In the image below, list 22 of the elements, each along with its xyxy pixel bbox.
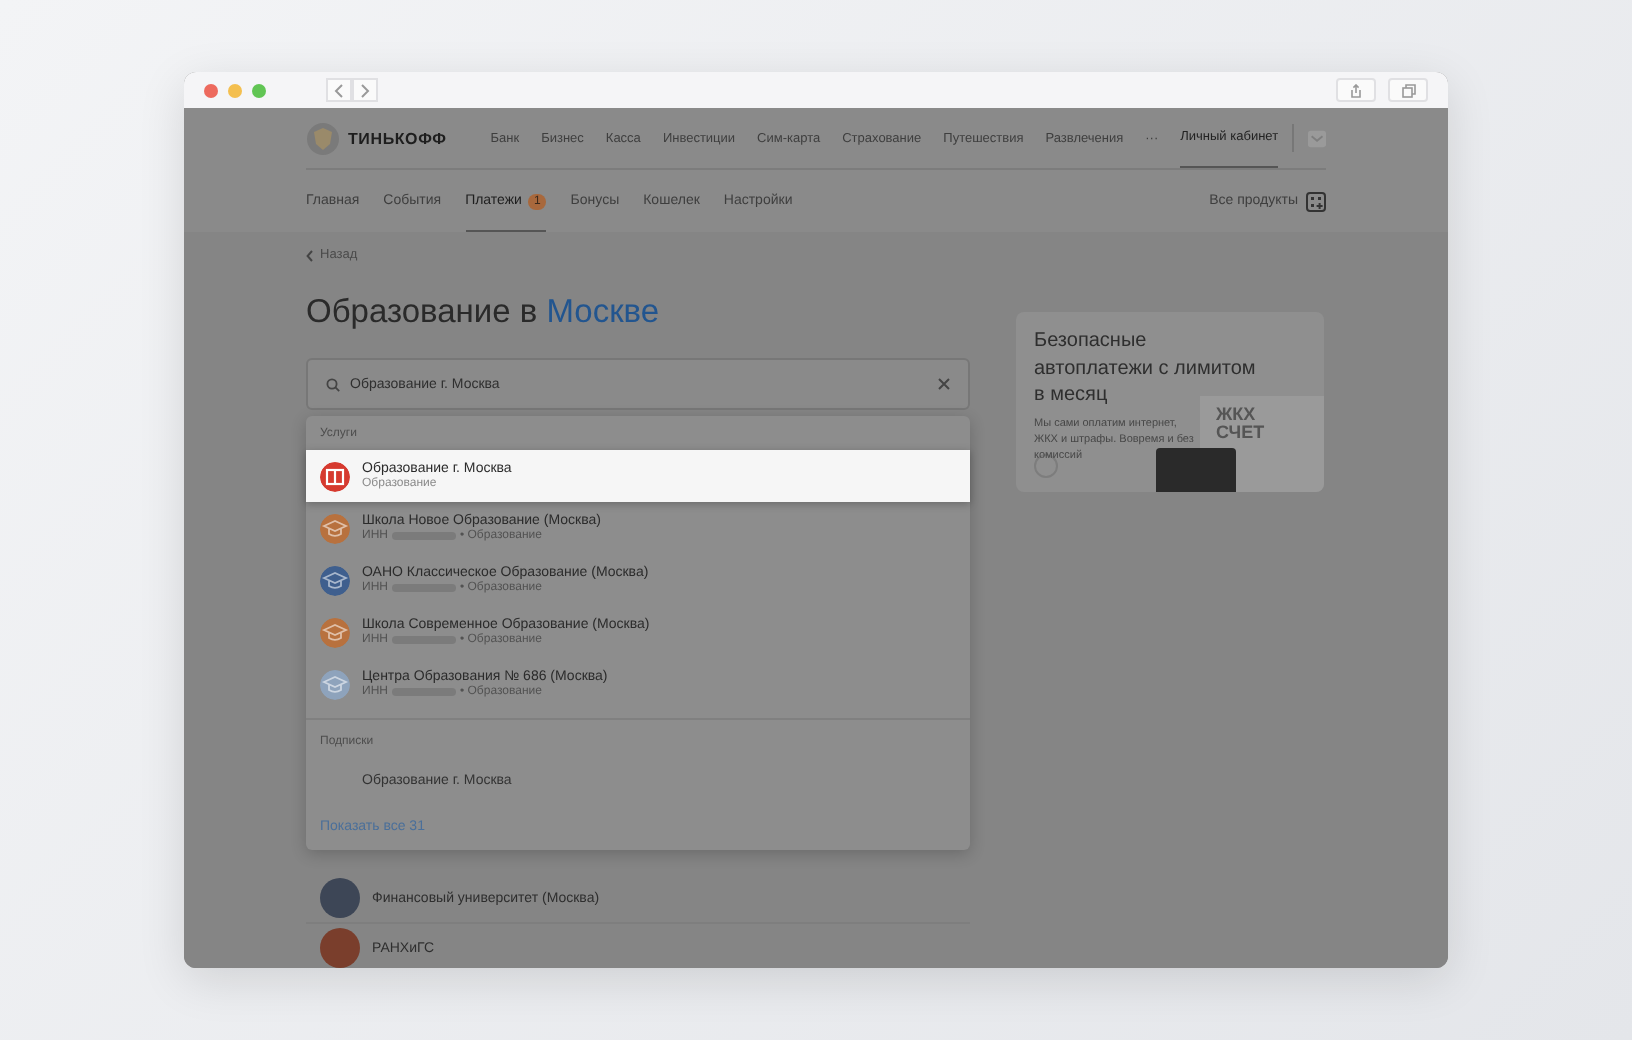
logo-text[interactable]: ТИНЬКОФФ (348, 129, 447, 147)
share-button[interactable] (1336, 78, 1376, 102)
grid-icon[interactable] (1306, 191, 1326, 211)
promo-title: Безопасные автоплатежи с лимитом в месяц (1034, 328, 1258, 407)
minimize-icon[interactable] (228, 83, 242, 97)
maximize-icon[interactable] (252, 83, 266, 97)
forward-arrow-button[interactable] (352, 78, 378, 102)
tabs-button[interactable] (1388, 78, 1428, 102)
tabs-icon (1401, 83, 1415, 97)
close-icon[interactable] (204, 83, 218, 97)
back-arrow-button[interactable] (326, 78, 352, 102)
bank-card-drawing (1156, 448, 1236, 492)
chevron-left-icon (306, 249, 314, 261)
coat-of-arms-icon (306, 121, 340, 155)
chevron-right-icon (360, 83, 370, 97)
share-icon (1350, 83, 1362, 97)
chevron-left-icon (334, 83, 344, 97)
bill-text: СЧЕТ (1216, 424, 1267, 442)
clear-icon[interactable] (938, 378, 950, 390)
search-icon (326, 377, 340, 391)
bill-text: ЖКХ (1216, 406, 1258, 424)
page-title: Образование в Москве (306, 294, 662, 332)
